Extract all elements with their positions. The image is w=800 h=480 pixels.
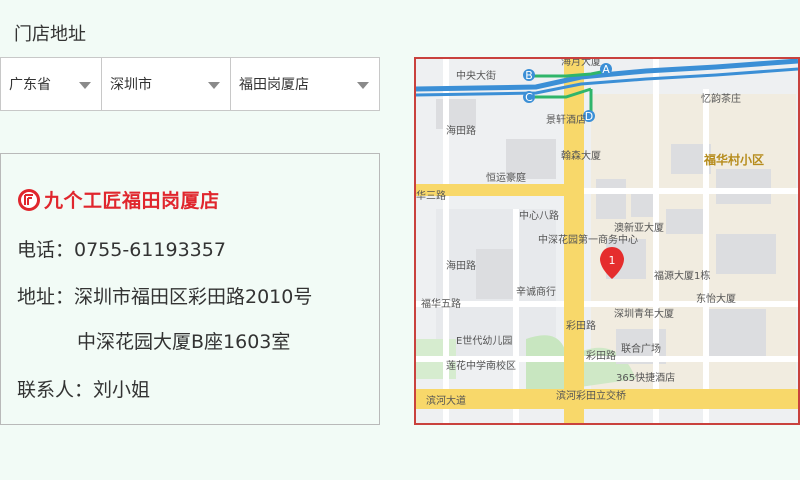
pin-label: 1 xyxy=(609,254,616,267)
map-label-aoxinya: 澳新亚大厦 xyxy=(614,221,664,234)
store-info-card: 九个工匠福田岗厦店 电话：0755-61193357 地址：深圳市福田区彩田路2… xyxy=(0,153,380,425)
province-select[interactable]: 广东省 xyxy=(1,58,102,110)
chevron-down-icon xyxy=(208,82,220,89)
map-label-lianhua: 莲花中学南校区 xyxy=(446,359,516,372)
map-label-lianhe: 联合广场 xyxy=(621,342,661,355)
map-label-zhongyang: 中央大街 xyxy=(456,69,496,82)
address-line2: 中深花园大厦B座1603室 xyxy=(77,331,291,353)
map-label-yiyun: 忆韵茶庄 xyxy=(701,92,741,105)
map-label-fuyuan: 福源大厦1栋 xyxy=(654,269,710,282)
map-label-zhongxin8: 中心八路 xyxy=(519,209,559,222)
city-value: 深圳市 xyxy=(110,77,152,93)
map-label-hanlin: 翰森大厦 xyxy=(561,149,601,162)
brand-name: 九个工匠福田岗厦店 xyxy=(44,190,220,212)
contact-text: 联系人：刘小姐 xyxy=(17,379,151,401)
map-label-xincheng: 辛诚商行 xyxy=(516,285,556,298)
marker-a: A xyxy=(602,63,610,76)
province-value: 广东省 xyxy=(9,77,51,93)
store-map[interactable]: A B C D 1 中央大街 海月大厦 忆韵茶庄 景轩酒店 翰森大厦 福华村小区… xyxy=(414,57,800,425)
chevron-down-icon xyxy=(357,82,369,89)
map-label-binhe-caitian: 滨河彩田立交桥 xyxy=(556,389,626,402)
phone-text: 电话：0755-61193357 xyxy=(17,239,226,261)
region-selector: 广东省 深圳市 福田岗厦店 xyxy=(0,57,380,111)
map-label-futian-village: 福华村小区 xyxy=(703,152,764,167)
map-label-hotel365: 365快捷酒店 xyxy=(616,371,675,384)
marker-c: C xyxy=(525,91,533,104)
map-label-haitian: 海田路 xyxy=(446,259,476,272)
map-label-jingxuan: 景轩酒店 xyxy=(546,113,586,126)
map-label-haiyue: 海月大厦 xyxy=(561,59,601,68)
city-select[interactable]: 深圳市 xyxy=(102,58,231,110)
store-select[interactable]: 福田岗厦店 xyxy=(231,58,379,110)
address-line1: 地址：深圳市福田区彩田路2010号 xyxy=(17,286,313,308)
map-label-huasan: 华三路 xyxy=(416,189,446,202)
brand-logo-icon xyxy=(18,188,40,211)
map-label-zhongshen: 中深花园第一商务中心 xyxy=(538,233,638,246)
brand: 九个工匠福田岗厦店 xyxy=(17,186,220,213)
map-label-dongyi: 东怡大厦 xyxy=(696,292,736,305)
marker-d: D xyxy=(585,110,593,123)
chevron-down-icon xyxy=(79,82,91,89)
page-title: 门店地址 xyxy=(14,24,86,45)
map-label-binhe: 滨河大道 xyxy=(426,394,466,407)
map-label-caitian: 彩田路 xyxy=(566,319,596,332)
store-value: 福田岗厦店 xyxy=(239,77,309,93)
map-label-caitian2: 彩田路 xyxy=(586,349,616,362)
map-label-futian5: 福华五路 xyxy=(421,297,461,310)
map-label-eshijie: E世代幼儿园 xyxy=(456,334,512,347)
marker-b: B xyxy=(525,69,533,82)
map-label-qingnian: 深圳青年大厦 xyxy=(614,307,674,320)
map-label-haitian-left: 海田路 xyxy=(446,124,476,137)
map-label-hengyun: 恒运豪庭 xyxy=(486,171,526,184)
map-canvas: A B C D 1 中央大街 海月大厦 忆韵茶庄 景轩酒店 翰森大厦 福华村小区… xyxy=(416,59,798,423)
